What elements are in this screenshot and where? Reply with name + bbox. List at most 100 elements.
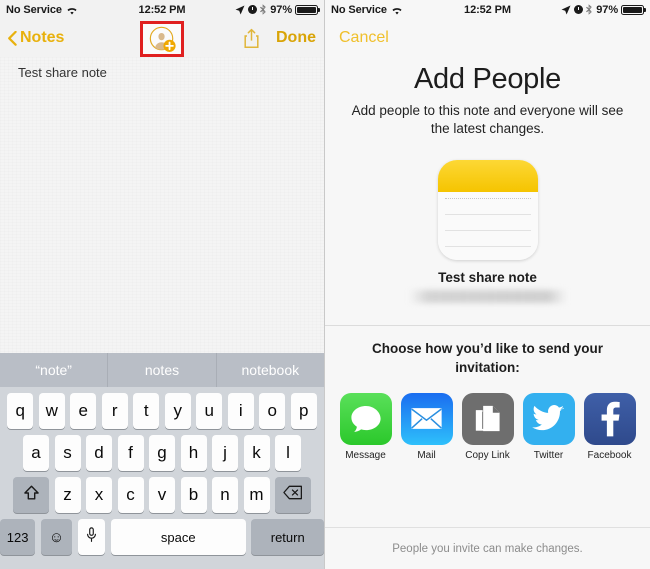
left-screen-note-editor: No Service 12:52 PM 97% Notes Done Test … [0,0,325,569]
right-screen-add-people: No Service 12:52 PM 97% Cancel Add Peopl… [325,0,650,569]
note-icon-line-2 [444,230,531,232]
share-option-copy-link[interactable]: Copy Link [461,392,514,461]
key-y[interactable]: y [164,393,191,429]
status-bar-right: No Service 12:52 PM 97% [325,0,650,19]
dictation-key[interactable] [77,519,106,555]
key-v[interactable]: v [149,477,175,513]
keyboard-row-3: z x c v b n m [0,477,324,513]
keyboard-row-2: a s d f g h j k l [0,435,324,471]
key-w[interactable]: w [38,393,65,429]
space-key[interactable]: space [110,519,246,555]
wifi-icon [66,6,78,16]
status-right: 97% [235,4,321,16]
key-l[interactable]: l [275,435,301,471]
alarm-clock-icon [574,5,584,14]
key-d[interactable]: d [86,435,112,471]
footer-bar: People you invite can make changes. [325,527,650,569]
key-c[interactable]: c [117,477,144,513]
key-h[interactable]: h [180,435,207,471]
cancel-bar: Cancel [325,19,650,57]
share-label-facebook: Facebook [587,449,632,461]
carrier-label: No Service [6,3,62,16]
share-label-mail: Mail [417,449,436,461]
status-left-right: No Service [331,4,403,16]
share-option-mail[interactable]: Mail [400,392,453,461]
chevron-left-icon [8,30,17,46]
emoji-key[interactable]: ☺ [40,519,73,555]
bluetooth-icon [260,4,267,15]
key-q[interactable]: q [7,393,34,429]
suggestion-0[interactable]: “note” [0,353,107,387]
predictive-suggestion-bar: “note” notes notebook [0,353,324,387]
key-j[interactable]: j [212,435,238,471]
done-button[interactable]: Done [276,29,316,47]
footer-note-label: People you invite can make changes. [392,542,583,555]
note-title-label: Test share note [438,270,537,286]
notes-app-icon [437,160,538,261]
suggestion-2[interactable]: notebook [215,353,324,387]
note-editor-body[interactable]: Test share note [0,57,324,397]
battery-icon [295,4,321,15]
location-arrow-icon [561,5,571,15]
key-s[interactable]: s [54,435,81,471]
nav-right-actions: Done [243,28,316,49]
cancel-button[interactable]: Cancel [339,29,389,47]
note-icon-dashed-line [444,198,531,200]
key-k[interactable]: k [243,435,270,471]
key-n[interactable]: n [212,477,238,513]
status-right-right: 97% [561,3,647,16]
key-f[interactable]: f [117,435,144,471]
message-bubble-icon [339,392,392,445]
section-divider [325,325,650,327]
note-icon-line-1 [444,214,531,216]
key-x[interactable]: x [86,477,112,513]
redacted-subtitle [408,290,567,304]
add-person-button-highlight[interactable] [140,21,184,57]
key-a[interactable]: a [23,435,49,471]
emoji-icon: ☺ [48,528,65,546]
suggestion-1[interactable]: notes [107,353,215,387]
status-left: No Service [6,4,78,16]
key-e[interactable]: e [70,393,97,429]
note-text-content[interactable]: Test share note [0,57,324,88]
key-u[interactable]: u [196,393,223,429]
page-subtitle: Add people to this note and everyone wil… [351,103,624,137]
add-person-icon [149,26,176,53]
key-g[interactable]: g [149,435,175,471]
twitter-bird-icon [522,392,575,445]
on-screen-keyboard: “note” notes notebook q w e r t y u i o … [0,353,324,569]
note-icon-header [437,160,538,193]
note-icon-line-3 [444,246,531,248]
keyboard-row-4: 123 ☺ space return [0,519,324,555]
note-icon-paper [437,198,538,261]
share-icon[interactable] [243,28,260,49]
facebook-f-icon [583,392,636,445]
key-i[interactable]: i [227,393,254,429]
back-to-notes-button[interactable]: Notes [8,29,64,47]
key-m[interactable]: m [243,477,270,513]
shift-icon [23,485,40,506]
share-option-facebook[interactable]: Facebook [583,392,636,461]
choose-method-label: Choose how you’d like to send your invit… [371,341,604,375]
nav-bar: Notes Done [0,19,324,57]
shared-note-preview: Test share note [325,160,650,304]
envelope-icon [400,392,453,445]
shift-key[interactable] [13,477,49,513]
share-option-message[interactable]: Message [339,392,392,461]
backspace-key[interactable] [275,477,311,513]
page-title: Add People [414,63,561,95]
numeric-keyboard-key[interactable]: 123 [0,519,36,555]
battery-percent-label-right: 97% [596,3,618,16]
key-o[interactable]: o [259,393,286,429]
key-p[interactable]: p [290,393,317,429]
key-b[interactable]: b [180,477,207,513]
return-key[interactable]: return [251,519,324,555]
key-z[interactable]: z [54,477,81,513]
key-t[interactable]: t [133,393,160,429]
share-option-twitter[interactable]: Twitter [522,392,575,461]
share-label-twitter: Twitter [533,449,564,461]
keyboard-row-1: q w e r t y u i o p [0,393,324,429]
key-r[interactable]: r [101,393,128,429]
share-options-row: Message Mail Copy Link Twitter Facebook [325,392,650,461]
share-label-copy-link: Copy Link [465,449,510,461]
